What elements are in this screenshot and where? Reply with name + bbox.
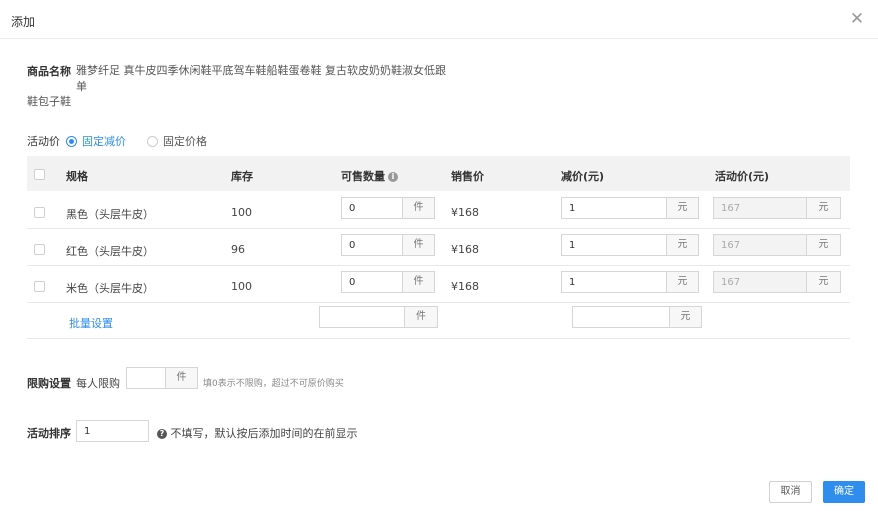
batch-qty-input[interactable] xyxy=(319,306,405,328)
question-icon: ? xyxy=(157,429,167,439)
cancel-button[interactable]: 取消 xyxy=(769,481,812,503)
info-icon[interactable]: i xyxy=(388,172,398,182)
per-person-limit-label: 每人限购 xyxy=(76,377,120,390)
table-header: 规格 库存 可售数量 i 销售价 减价(元) 活动价(元) xyxy=(27,156,850,191)
product-name-label: 商品名称 xyxy=(27,65,71,78)
spec-cell: 红色（头层牛皮） xyxy=(66,245,154,258)
header-stock: 库存 xyxy=(231,170,253,183)
confirm-button[interactable]: 确定 xyxy=(823,481,865,503)
header-activity-price: 活动价(元) xyxy=(715,170,770,183)
activity-price-label: 活动价 xyxy=(27,135,60,148)
price-cell: ¥168 xyxy=(451,243,479,256)
table-row: 米色（头层牛皮） 100 0 件 ¥168 1 元 167 元 xyxy=(27,266,850,303)
activity-price-input: 167 xyxy=(713,234,807,256)
purchase-limit-input[interactable] xyxy=(126,367,166,389)
stock-cell: 100 xyxy=(231,206,252,219)
stock-cell: 96 xyxy=(231,243,245,256)
row-checkbox[interactable] xyxy=(34,244,45,255)
radio-label: 固定减价 xyxy=(82,135,126,148)
qty-unit: 件 xyxy=(402,197,435,219)
dialog-header: 添加 ✕ xyxy=(0,0,878,39)
sellable-qty-input[interactable]: 0 xyxy=(341,197,403,219)
purchase-limit-unit: 件 xyxy=(165,367,198,389)
discount-input[interactable]: 1 xyxy=(561,234,667,256)
price-cell: ¥168 xyxy=(451,206,479,219)
radio-dot xyxy=(147,135,158,147)
activity-sort-hint-text: 不填写，默认按后添加时间的在前显示 xyxy=(170,427,358,440)
qty-unit: 件 xyxy=(402,234,435,256)
activity-sort-input[interactable]: 1 xyxy=(76,420,149,442)
discount-unit: 元 xyxy=(666,197,699,219)
product-name-value-cont: 鞋包子鞋 xyxy=(27,95,71,108)
discount-input[interactable]: 1 xyxy=(561,197,667,219)
radio-fixed-price[interactable]: 固定价格 xyxy=(147,133,207,149)
purchase-limit-label: 限购设置 xyxy=(27,377,71,390)
close-icon[interactable]: ✕ xyxy=(848,10,866,28)
table-row: 黑色（头层牛皮） 100 0 件 ¥168 1 元 167 元 xyxy=(27,192,850,229)
qty-unit: 件 xyxy=(402,271,435,293)
activity-unit: 元 xyxy=(806,197,841,219)
batch-discount-unit: 元 xyxy=(669,306,702,328)
header-spec: 规格 xyxy=(66,170,88,183)
select-all-checkbox[interactable] xyxy=(34,169,45,180)
activity-unit: 元 xyxy=(806,234,841,256)
radio-fixed-discount[interactable]: 固定减价 xyxy=(66,133,126,149)
batch-discount-input[interactable] xyxy=(572,306,670,328)
radio-dot xyxy=(66,135,77,147)
activity-price-input: 167 xyxy=(713,271,807,293)
add-activity-dialog: 添加 ✕ 商品名称 雅梦纤足 真牛皮四季休闲鞋平底驾车鞋船鞋蛋卷鞋 复古软皮奶奶… xyxy=(0,0,878,517)
table-row: 红色（头层牛皮） 96 0 件 ¥168 1 元 167 元 xyxy=(27,229,850,266)
price-cell: ¥168 xyxy=(451,280,479,293)
batch-row: 批量设置 件 元 xyxy=(27,303,850,339)
batch-settings-link[interactable]: 批量设置 xyxy=(69,315,113,331)
product-name-value: 雅梦纤足 真牛皮四季休闲鞋平底驾车鞋船鞋蛋卷鞋 复古软皮奶奶鞋淑女低跟单 xyxy=(76,64,446,93)
spec-cell: 黑色（头层牛皮） xyxy=(66,208,154,221)
discount-input[interactable]: 1 xyxy=(561,271,667,293)
discount-unit: 元 xyxy=(666,234,699,256)
activity-sort-hint: ? 不填写，默认按后添加时间的在前显示 xyxy=(157,425,358,441)
header-discount: 减价(元) xyxy=(561,170,605,183)
spec-cell: 米色（头层牛皮） xyxy=(66,282,154,295)
radio-label: 固定价格 xyxy=(163,135,207,148)
row-checkbox[interactable] xyxy=(34,207,45,218)
activity-sort-label: 活动排序 xyxy=(27,427,71,440)
header-sellable: 可售数量 i xyxy=(341,168,398,184)
row-checkbox[interactable] xyxy=(34,281,45,292)
sellable-qty-input[interactable]: 0 xyxy=(341,234,403,256)
dialog-title: 添加 xyxy=(11,15,36,29)
stock-cell: 100 xyxy=(231,280,252,293)
activity-price-input: 167 xyxy=(713,197,807,219)
discount-unit: 元 xyxy=(666,271,699,293)
batch-qty-unit: 件 xyxy=(404,306,438,328)
purchase-limit-hint: 填0表示不限购，超过不可原价购买 xyxy=(203,379,344,389)
activity-unit: 元 xyxy=(806,271,841,293)
header-price: 销售价 xyxy=(451,170,484,183)
sellable-qty-input[interactable]: 0 xyxy=(341,271,403,293)
